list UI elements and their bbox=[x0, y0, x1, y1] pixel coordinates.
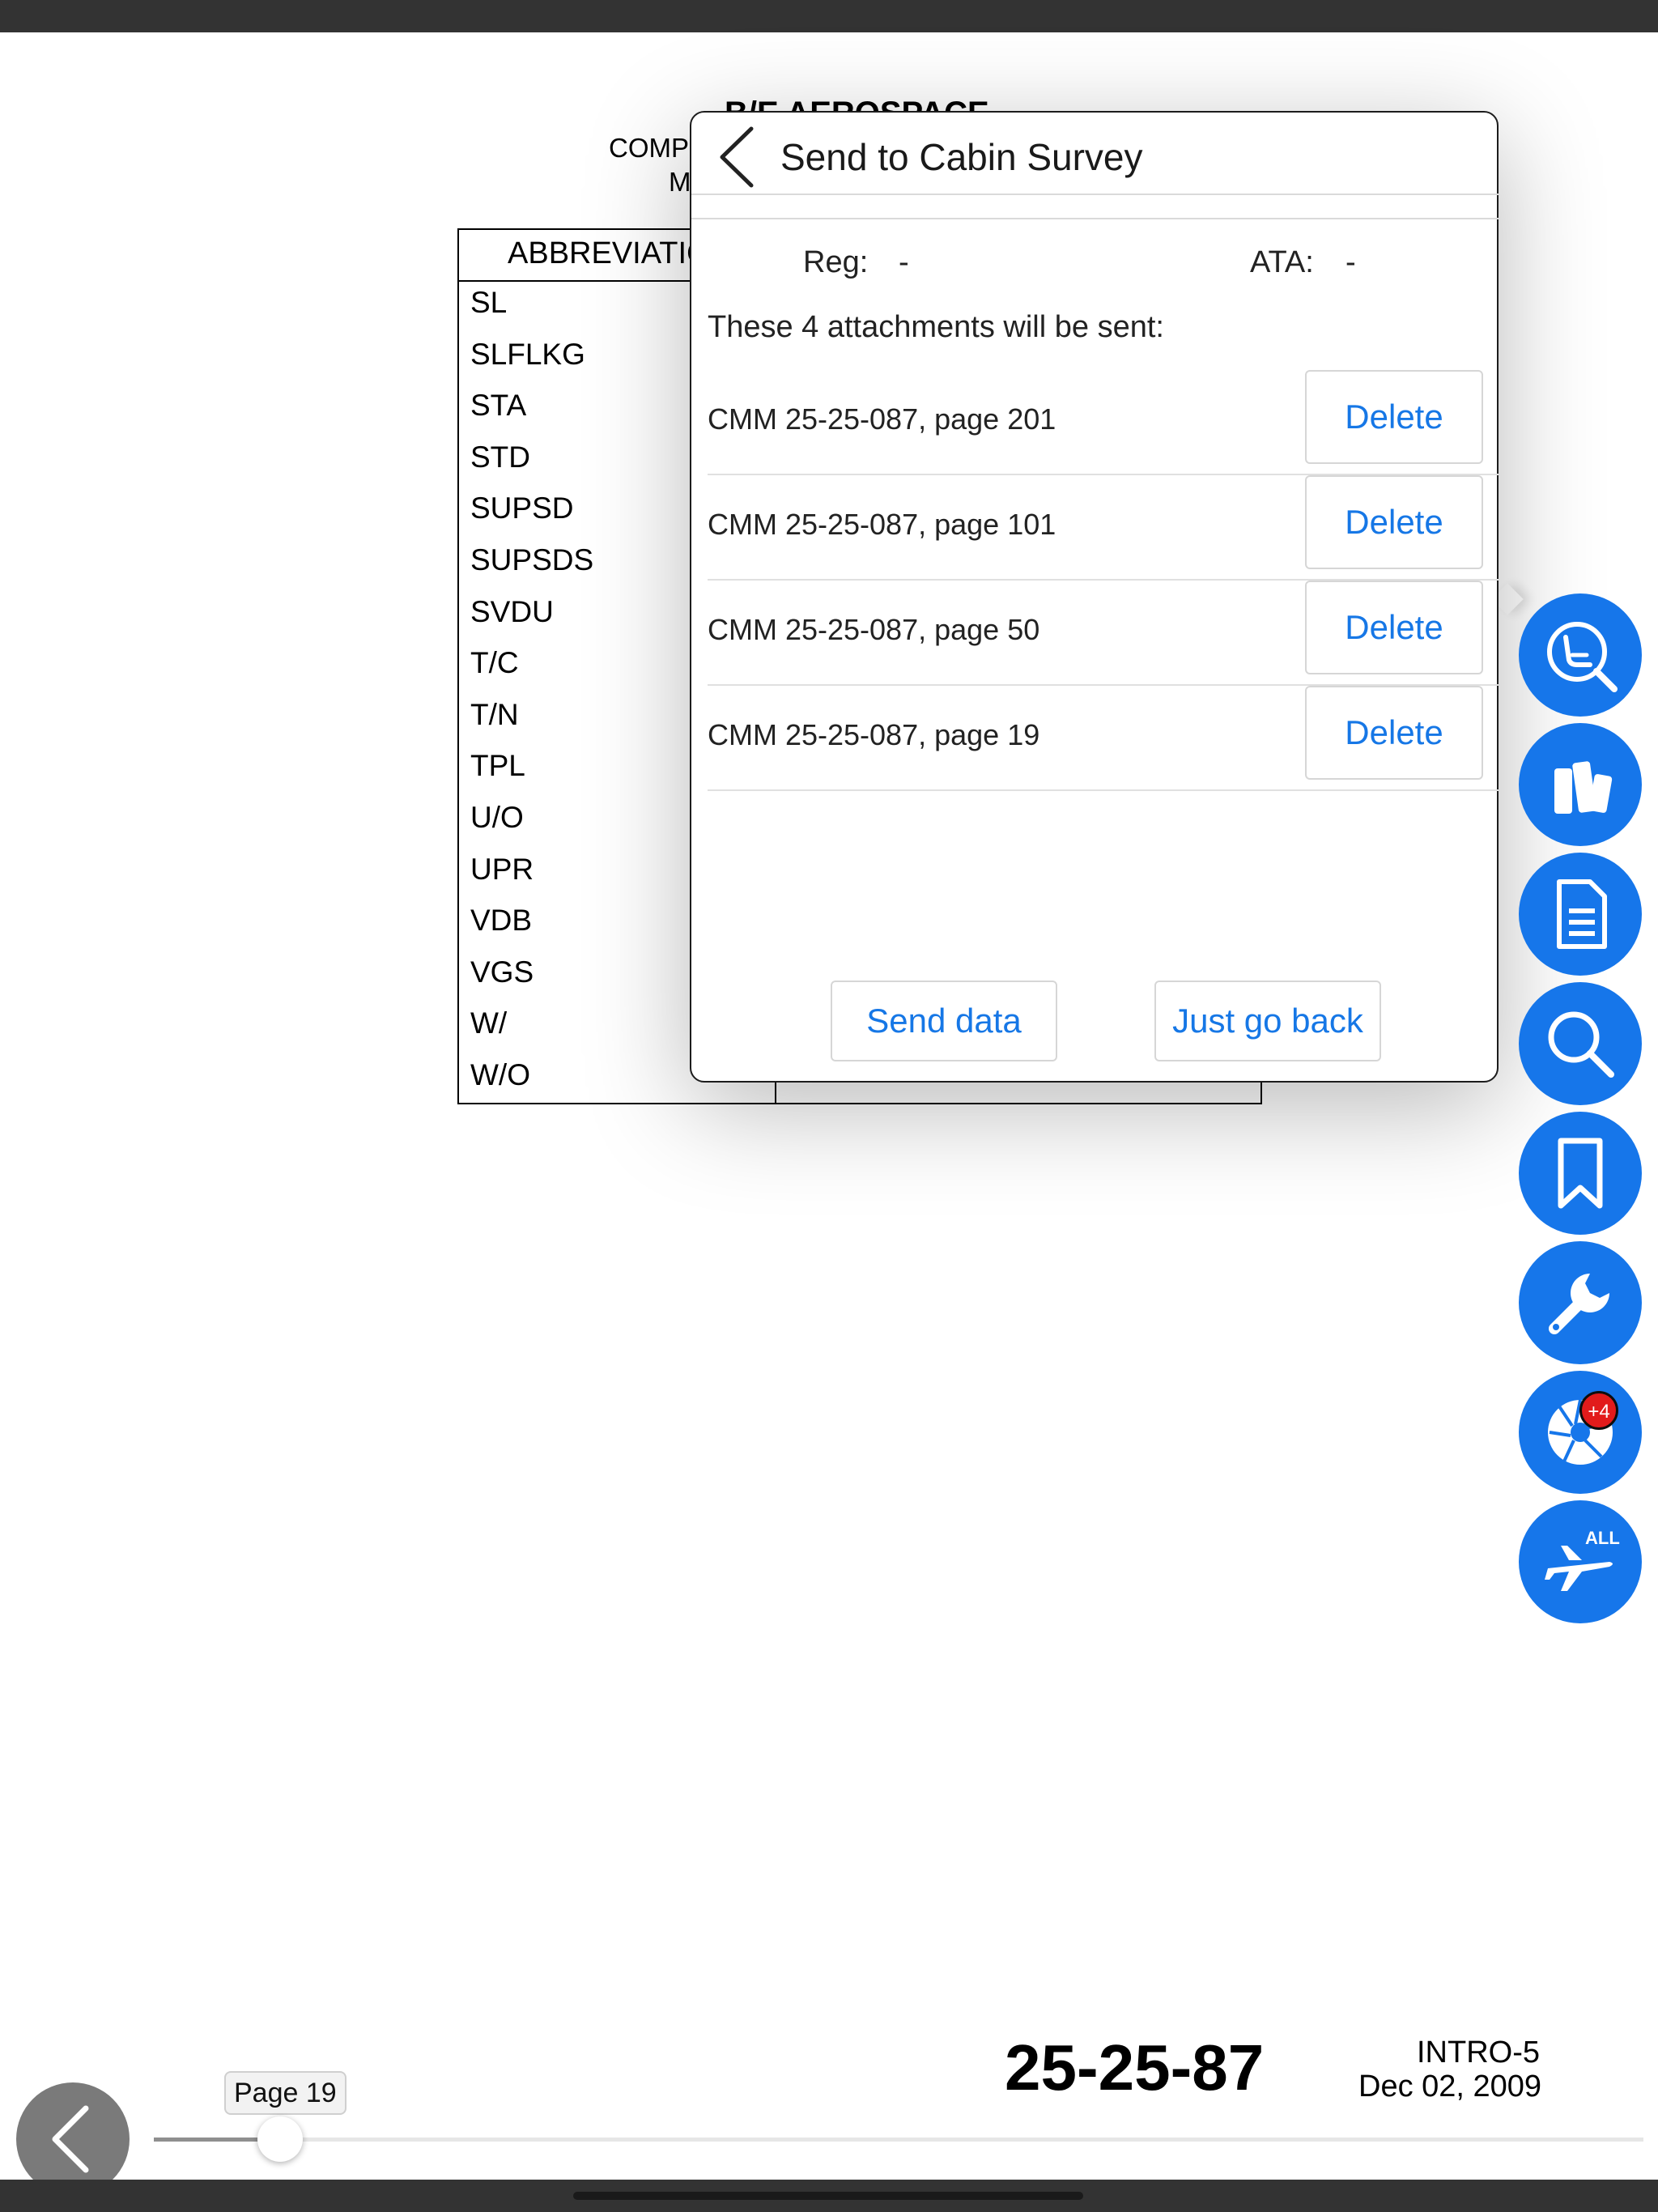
abbreviation: TPL bbox=[470, 749, 525, 783]
maintenance-button[interactable] bbox=[1519, 1241, 1642, 1364]
attachment-name: CMM 25-25-087, page 101 bbox=[708, 508, 1056, 541]
manuals-button[interactable] bbox=[1519, 723, 1642, 846]
attachment-row: CMM 25-25-087, page 101 Delete bbox=[708, 475, 1499, 581]
abbreviation: SUPSDS bbox=[470, 542, 594, 576]
search-button[interactable] bbox=[1519, 982, 1642, 1105]
page-slider-track[interactable] bbox=[154, 2138, 1643, 2142]
search-icon bbox=[1548, 1011, 1614, 1078]
document-code: 25-25-87 bbox=[1005, 2031, 1265, 2104]
notification-badge: +4 bbox=[1579, 1391, 1618, 1430]
send-data-button[interactable]: Send data bbox=[831, 981, 1057, 1061]
ata-label: ATA: bbox=[1250, 245, 1314, 279]
wrench-icon bbox=[1549, 1274, 1609, 1334]
document-date: Dec 02, 2009 bbox=[1358, 2069, 1542, 2104]
delete-attachment-button[interactable]: Delete bbox=[1305, 370, 1483, 464]
abbreviation: UPR bbox=[470, 852, 534, 886]
just-go-back-button[interactable]: Just go back bbox=[1154, 981, 1381, 1061]
popover-divider bbox=[691, 194, 1499, 195]
abbreviation: STA bbox=[470, 389, 527, 423]
popover-divider bbox=[691, 218, 1499, 219]
abbreviation: VDB bbox=[470, 904, 533, 938]
document-header-line: COMP bbox=[609, 133, 689, 163]
ata-value: - bbox=[1346, 245, 1356, 279]
attachment-name: CMM 25-25-087, page 50 bbox=[708, 613, 1040, 646]
abbreviation: T/N bbox=[470, 697, 519, 731]
abbreviation: T/C bbox=[470, 646, 519, 680]
page-slider-thumb[interactable] bbox=[257, 2116, 303, 2162]
abbreviation: U/O bbox=[470, 800, 524, 834]
document-icon bbox=[1557, 879, 1607, 949]
delete-attachment-button[interactable]: Delete bbox=[1305, 686, 1483, 780]
abbreviation: SVDU bbox=[470, 594, 554, 628]
document-section: INTRO-5 bbox=[1417, 2035, 1540, 2069]
table-header-label: ABBREVIATIC bbox=[508, 236, 709, 270]
all-label: ALL bbox=[1585, 1528, 1620, 1548]
reg-label: Reg: bbox=[803, 245, 869, 279]
send-to-cabin-survey-popover: Send to Cabin Survey Reg: - ATA: - These… bbox=[690, 111, 1499, 1083]
delete-attachment-button[interactable]: Delete bbox=[1305, 581, 1483, 674]
back-button[interactable] bbox=[16, 2082, 130, 2196]
top-status-bar bbox=[0, 0, 1658, 32]
seat-search-button[interactable] bbox=[1519, 593, 1642, 717]
delete-attachment-button[interactable]: Delete bbox=[1305, 475, 1483, 569]
camera-button[interactable]: +4 bbox=[1519, 1371, 1642, 1494]
attachment-row: CMM 25-25-087, page 201 Delete bbox=[708, 370, 1499, 475]
abbreviation: VGS bbox=[470, 955, 534, 989]
abbreviation: STD bbox=[470, 440, 530, 474]
attachments-message: These 4 attachments will be sent: bbox=[708, 310, 1164, 344]
chevron-left-icon bbox=[720, 126, 754, 188]
abbreviation: W/O bbox=[470, 1057, 530, 1091]
reg-value: - bbox=[899, 245, 909, 279]
bookmark-icon bbox=[1558, 1138, 1603, 1209]
abbreviation: SLFLKG bbox=[470, 337, 585, 371]
document-header-line: M bbox=[669, 167, 691, 197]
manuals-icon bbox=[1554, 761, 1613, 814]
bookmark-button[interactable] bbox=[1519, 1112, 1642, 1235]
airplane-all-icon: ALL bbox=[1545, 1528, 1620, 1591]
chevron-left-icon bbox=[52, 2105, 89, 2173]
row-divider bbox=[708, 789, 1499, 791]
document-button[interactable] bbox=[1519, 853, 1642, 976]
abbreviation: SUPSD bbox=[470, 491, 574, 525]
attachment-row: CMM 25-25-087, page 50 Delete bbox=[708, 581, 1499, 686]
attachment-row: CMM 25-25-087, page 19 Delete bbox=[708, 686, 1499, 791]
popover-back-button[interactable] bbox=[716, 121, 764, 194]
abbreviation: SL bbox=[470, 286, 508, 319]
popover-title: Send to Cabin Survey bbox=[780, 136, 1143, 178]
attachment-name: CMM 25-25-087, page 19 bbox=[708, 718, 1040, 751]
all-aircraft-button[interactable]: ALL bbox=[1519, 1500, 1642, 1623]
attachment-name: CMM 25-25-087, page 201 bbox=[708, 402, 1056, 436]
home-indicator[interactable] bbox=[573, 2192, 1083, 2200]
abbreviation-list: SL SLFLKG STA STD SUPSD SUPSDS SVDU T/C … bbox=[470, 287, 593, 1111]
abbreviation: W/ bbox=[470, 1006, 508, 1040]
page-indicator: Page 19 bbox=[224, 2071, 346, 2115]
seat-search-icon bbox=[1547, 622, 1618, 692]
